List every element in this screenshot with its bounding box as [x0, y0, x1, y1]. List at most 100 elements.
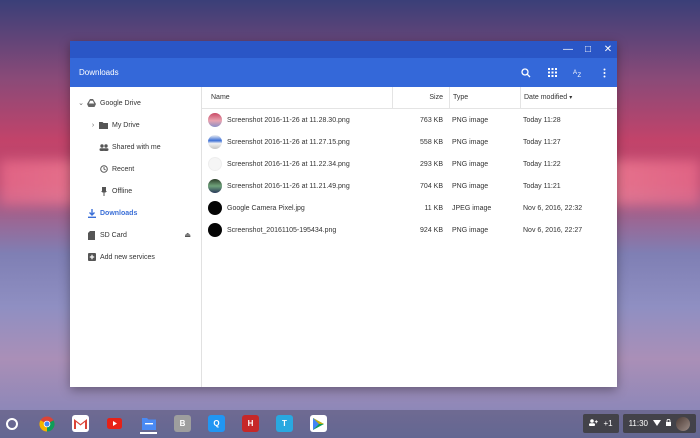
download-icon [86, 208, 97, 218]
sidebar-item-label: Google Drive [100, 99, 141, 107]
file-name: Screenshot 2016-11-26 at 11.28.30.png [227, 116, 350, 124]
app-t-icon[interactable]: T [276, 415, 293, 432]
drive-icon [86, 99, 97, 107]
table-row[interactable]: Screenshot 2016-11-26 at 11.21.49.png 70… [202, 175, 617, 197]
shelf: B Q H T +1 11:30 [0, 410, 700, 438]
sidebar-item-shared-with-me[interactable]: Shared with me [70, 136, 201, 158]
file-thumbnail [208, 135, 222, 149]
file-size: 704 KB [420, 182, 443, 190]
file-date: Today 11:27 [523, 138, 561, 146]
avatar [676, 416, 690, 431]
app-b-icon[interactable]: B [174, 415, 191, 432]
table-row[interactable]: Screenshot 2016-11-26 at 11.22.34.png 29… [202, 153, 617, 175]
sidebar: ⌄ Google Drive › My Drive Shared with me [70, 87, 202, 387]
grid-view-icon[interactable] [545, 66, 559, 80]
files-icon[interactable] [140, 415, 157, 434]
file-size: 11 KB [424, 204, 443, 212]
notification-pill[interactable]: +1 [583, 414, 619, 433]
file-type: PNG image [452, 226, 489, 234]
file-type: PNG image [452, 160, 489, 168]
svg-text:A: A [573, 70, 577, 76]
app-h-icon[interactable]: H [242, 415, 259, 432]
file-type: PNG image [452, 182, 489, 190]
table-row[interactable]: Google Camera Pixel.jpg 11 KB JPEG image… [202, 197, 617, 219]
sidebar-item-label: Recent [112, 165, 135, 173]
lock-icon [666, 418, 671, 428]
file-date: Nov 6, 2016, 22:32 [523, 204, 583, 212]
sidebar-item-my-drive[interactable]: › My Drive [70, 114, 201, 136]
app-q-icon[interactable]: Q [208, 415, 225, 432]
file-name: Screenshot 2016-11-26 at 11.27.15.png [227, 138, 350, 146]
more-vert-icon[interactable] [597, 66, 611, 80]
sidebar-item-sd-card[interactable]: SD Card ⏏ [70, 224, 201, 246]
sidebar-item-label: My Drive [112, 121, 140, 129]
file-list-header: Name Size Type Date modified ▾ [202, 87, 617, 109]
sidebar-item-offline[interactable]: Offline [70, 180, 201, 202]
chrome-icon[interactable] [38, 415, 55, 432]
window-titlebar[interactable]: — □ ✕ [70, 41, 617, 58]
sidebar-item-google-drive[interactable]: ⌄ Google Drive [70, 92, 201, 114]
file-thumbnail [208, 113, 222, 127]
clock-icon [98, 165, 109, 173]
file-date: Today 11:21 [523, 182, 561, 190]
file-thumbnail [208, 157, 222, 171]
sd-card-icon [86, 230, 97, 240]
play-store-icon[interactable] [310, 415, 327, 432]
close-icon[interactable]: ✕ [603, 44, 613, 55]
column-header-type-label: Type [453, 94, 469, 101]
column-header-size[interactable]: Size [392, 87, 449, 108]
file-type: PNG image [452, 138, 489, 146]
sidebar-item-downloads[interactable]: Downloads [70, 202, 201, 224]
files-window: — □ ✕ Downloads AZ ⌄ Google Drive › My D… [70, 41, 617, 387]
notification-count: +1 [603, 419, 613, 428]
file-list: Name Size Type Date modified ▾ Screenshot… [202, 87, 617, 387]
sidebar-item-add-new-services[interactable]: Add new services [70, 246, 201, 268]
table-row[interactable]: Screenshot 2016-11-26 at 11.28.30.png 76… [202, 109, 617, 131]
chevron-down-icon[interactable]: ⌄ [76, 99, 86, 107]
sidebar-item-label: Offline [112, 187, 133, 195]
sort-arrow-down-icon: ▾ [569, 95, 573, 101]
file-size: 763 KB [420, 116, 443, 124]
sidebar-item-label: Add new services [100, 253, 155, 261]
column-header-size-label: Size [429, 94, 443, 101]
file-size: 924 KB [420, 226, 443, 234]
file-type: PNG image [452, 116, 489, 124]
file-thumbnail [208, 223, 222, 237]
people-icon [98, 143, 109, 151]
file-size: 558 KB [420, 138, 443, 146]
sort-az-icon[interactable]: AZ [571, 66, 585, 80]
sidebar-item-label: Shared with me [112, 143, 161, 151]
app-header: Downloads AZ [70, 58, 617, 87]
file-name: Google Camera Pixel.jpg [227, 204, 305, 212]
gmail-icon[interactable] [72, 415, 89, 432]
column-header-date[interactable]: Date modified ▾ [520, 87, 617, 108]
file-name: Screenshot 2016-11-26 at 11.22.34.png [227, 160, 350, 168]
file-name: Screenshot_20161105-195434.png [227, 226, 337, 234]
wifi-icon [653, 419, 661, 428]
youtube-icon[interactable] [106, 415, 123, 432]
search-icon[interactable] [519, 66, 533, 80]
maximize-icon[interactable]: □ [583, 44, 593, 55]
file-name: Screenshot 2016-11-26 at 11.21.49.png [227, 182, 350, 190]
minimize-icon[interactable]: — [563, 44, 573, 55]
file-date: Today 11:28 [523, 116, 561, 124]
chevron-right-icon[interactable]: › [88, 122, 98, 129]
column-header-name[interactable]: Name [202, 94, 392, 101]
column-header-date-label: Date modified [524, 94, 568, 101]
table-row[interactable]: Screenshot 2016-11-26 at 11.27.15.png 55… [202, 131, 617, 153]
table-row[interactable]: Screenshot_20161105-195434.png 924 KB PN… [202, 219, 617, 241]
sidebar-item-recent[interactable]: Recent [70, 158, 201, 180]
eject-icon[interactable]: ⏏ [184, 231, 191, 239]
folder-icon [98, 121, 109, 129]
add-icon [86, 253, 97, 261]
column-header-type[interactable]: Type [449, 87, 520, 108]
system-tray[interactable]: 11:30 [622, 414, 696, 433]
person-add-icon [589, 419, 599, 428]
file-thumbnail [208, 201, 222, 215]
sidebar-item-label: Downloads [100, 209, 138, 217]
launcher-icon[interactable] [6, 418, 18, 430]
svg-text:Z: Z [577, 73, 581, 77]
file-date: Today 11:22 [523, 160, 561, 168]
pin-icon [98, 186, 109, 196]
clock-time: 11:30 [628, 419, 648, 428]
